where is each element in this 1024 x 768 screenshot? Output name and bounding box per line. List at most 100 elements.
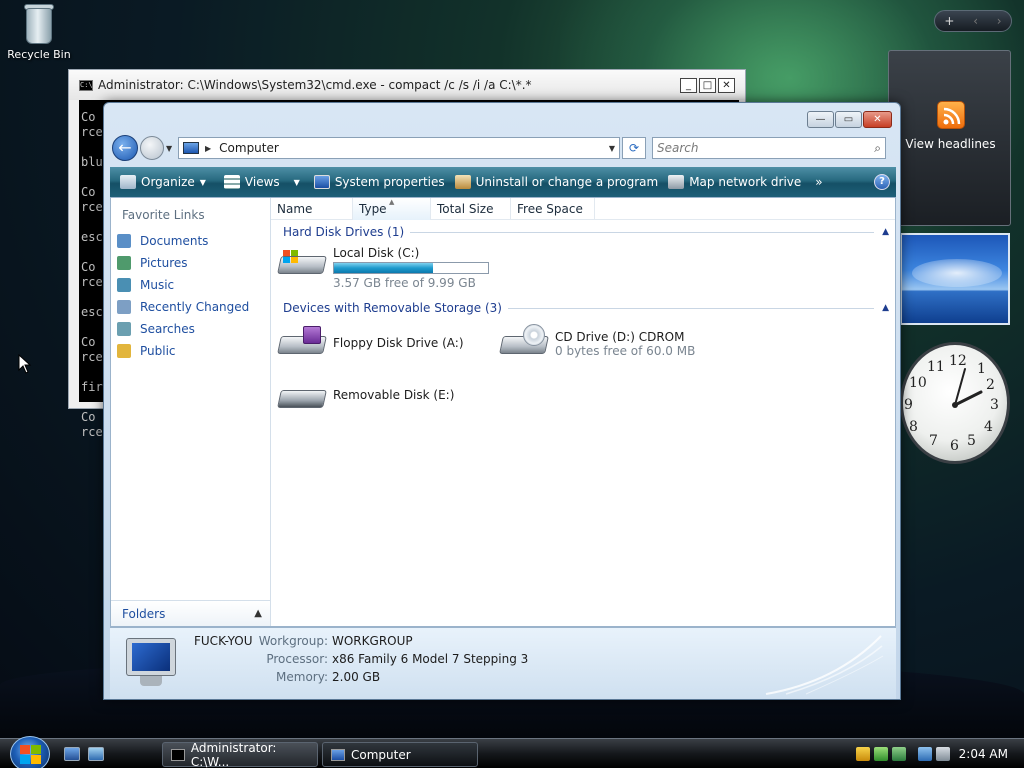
- navigation-bar: ← ▼ ▶ Computer ▼ ⟳ Search ⌕: [112, 135, 894, 161]
- taskbar-clock[interactable]: 2:04 AM: [959, 747, 1008, 761]
- favorite-link-recently-changed[interactable]: Recently Changed: [117, 296, 249, 318]
- folders-toggle[interactable]: Folders ▲: [111, 600, 270, 626]
- update-icon[interactable]: [874, 747, 888, 761]
- cmd-maximize-button[interactable]: □: [699, 77, 716, 93]
- map-network-drive-button[interactable]: Map network drive: [668, 175, 801, 189]
- column-header-free-space[interactable]: Free Space: [511, 198, 595, 220]
- content-area: Favorite Links Documents Pictures Music Rec…: [110, 197, 896, 627]
- start-button[interactable]: [10, 736, 50, 768]
- help-icon[interactable]: ?: [874, 174, 890, 190]
- taskbar: Administrator: C:\W... Computer 2:04 AM: [0, 736, 1024, 768]
- taskbar-button-computer[interactable]: Computer: [322, 742, 478, 767]
- collapse-group-icon[interactable]: ▲: [882, 227, 889, 237]
- back-button[interactable]: ←: [112, 135, 138, 161]
- sort-ascending-icon: ▲: [389, 198, 395, 206]
- recycle-bin-label: Recycle Bin: [7, 48, 71, 61]
- favorite-link-public[interactable]: Public: [117, 340, 249, 362]
- drive-d-free-space: 0 bytes free of 60.0 MB: [555, 344, 696, 358]
- cmd-title: Administrator: C:\Windows\System32\cmd.e…: [98, 78, 532, 92]
- favorite-link-label: Public: [140, 344, 176, 358]
- next-gadget-button[interactable]: ›: [997, 14, 1002, 28]
- views-button[interactable]: Views ▼: [223, 175, 300, 189]
- address-bar[interactable]: ▶ Computer ▼: [178, 137, 620, 159]
- system-properties-label: System properties: [334, 175, 445, 189]
- refresh-button[interactable]: ⟳: [622, 137, 646, 159]
- cmd-minimize-button[interactable]: _: [680, 77, 697, 93]
- taskbar-button-cmd[interactable]: Administrator: C:\W...: [162, 741, 318, 768]
- computer-explorer-window[interactable]: — ▭ ✕ ← ▼ ▶ Computer ▼ ⟳ Search ⌕ Organi…: [103, 102, 901, 700]
- removable-disk-icon: [277, 380, 327, 410]
- group-hard-disk-drives[interactable]: Hard Disk Drives (1) ▲: [283, 224, 889, 240]
- add-gadget-button[interactable]: +: [944, 14, 954, 28]
- show-desktop-icon[interactable]: [64, 747, 80, 761]
- network-drive-icon: [668, 175, 685, 189]
- command-bar: Organize ▼ Views ▼ System properties Unins…: [110, 167, 896, 197]
- column-header-total-size[interactable]: Total Size: [431, 198, 511, 220]
- cmd-titlebar[interactable]: C:\ Administrator: C:\Windows\System32\c…: [69, 70, 745, 100]
- group-hard-disk-label: Hard Disk Drives (1): [283, 225, 405, 239]
- floppy-drive-icon: [277, 326, 327, 356]
- recent-pages-chevron-down-icon[interactable]: ▼: [166, 144, 176, 153]
- search-icon[interactable]: ⌕: [874, 141, 881, 156]
- column-type-label: Type: [359, 202, 387, 216]
- view-headlines-label[interactable]: View headlines: [889, 137, 1012, 151]
- memory-label: Memory:: [276, 670, 328, 684]
- mouse-cursor-icon: [18, 353, 32, 377]
- organize-button[interactable]: Organize ▼: [120, 175, 206, 189]
- breadcrumb-computer[interactable]: Computer: [219, 141, 279, 155]
- favorite-link-label: Searches: [140, 322, 195, 336]
- drive-a-name: Floppy Disk Drive (A:): [333, 336, 464, 350]
- volume-muted-icon[interactable]: [936, 747, 950, 761]
- column-header-type[interactable]: ▲ Type: [353, 198, 431, 220]
- hard-disk-icon: [277, 246, 327, 276]
- processor-label: Processor:: [266, 652, 328, 666]
- sidebar-controls: + ‹ ›: [934, 10, 1012, 32]
- map-drive-label: Map network drive: [689, 175, 802, 189]
- favorite-link-music[interactable]: Music: [117, 274, 249, 296]
- network-status-icon[interactable]: [892, 747, 906, 761]
- favorite-links-heading: Favorite Links: [122, 208, 205, 222]
- forward-button[interactable]: [140, 136, 164, 160]
- address-dropdown-icon[interactable]: ▼: [609, 144, 615, 153]
- more-commands-button[interactable]: »: [815, 175, 822, 189]
- drive-c-usage-fill: [334, 263, 433, 273]
- maximize-button[interactable]: ▭: [835, 111, 862, 128]
- uninstall-program-button[interactable]: Uninstall or change a program: [454, 175, 658, 189]
- system-properties-icon: [313, 175, 330, 189]
- favorite-link-documents[interactable]: Documents: [117, 230, 249, 252]
- pictures-folder-icon: [117, 256, 131, 270]
- group-removable-storage[interactable]: Devices with Removable Storage (3) ▲: [283, 300, 889, 316]
- prev-gadget-button[interactable]: ‹: [973, 14, 978, 28]
- details-pane: FUCK-YOU Workgroup: WORKGROUP Processor:…: [110, 627, 896, 699]
- navigation-pane: Favorite Links Documents Pictures Music Rec…: [111, 198, 271, 626]
- switch-windows-icon[interactable]: [88, 747, 104, 761]
- drive-removable-e[interactable]: Removable Disk (E:): [277, 380, 454, 410]
- search-placeholder: Search: [657, 141, 699, 155]
- programs-icon: [454, 175, 471, 189]
- search-input[interactable]: Search ⌕: [652, 137, 886, 159]
- collapse-group-icon[interactable]: ▲: [882, 303, 889, 313]
- drive-cd-d[interactable]: CD Drive (D:) CDROM 0 bytes free of 60.0…: [499, 324, 696, 358]
- favorite-link-searches[interactable]: Searches: [117, 318, 249, 340]
- clock-gadget[interactable]: 12 1 2 3 4 5 6 7 8 9 10 11: [900, 340, 1012, 466]
- feed-headlines-gadget[interactable]: View headlines: [888, 50, 1011, 226]
- column-header-name[interactable]: Name: [271, 198, 353, 220]
- network-icon[interactable]: [918, 747, 932, 761]
- slideshow-gadget[interactable]: [900, 233, 1010, 325]
- system-properties-button[interactable]: System properties: [313, 175, 445, 189]
- cmd-icon: [171, 748, 185, 761]
- minimize-button[interactable]: —: [807, 111, 834, 128]
- column-headers: Name ▲ Type Total Size Free Space: [271, 198, 895, 220]
- drive-local-disk-c[interactable]: Local Disk (C:) 3.57 GB free of 9.99 GB: [277, 246, 489, 290]
- cmd-close-button[interactable]: ✕: [718, 77, 735, 93]
- favorite-link-pictures[interactable]: Pictures: [117, 252, 249, 274]
- breadcrumb-arrow-icon[interactable]: ▶: [205, 144, 211, 153]
- close-button[interactable]: ✕: [863, 111, 892, 128]
- favorite-links-list: Documents Pictures Music Recently Changed Se…: [117, 230, 249, 362]
- cd-drive-icon: [499, 324, 549, 356]
- drive-floppy-a[interactable]: Floppy Disk Drive (A:): [277, 326, 464, 356]
- documents-folder-icon: [117, 234, 131, 248]
- security-shield-icon[interactable]: [856, 747, 870, 761]
- recycle-bin-shortcut[interactable]: Recycle Bin: [6, 2, 72, 61]
- views-icon: [223, 175, 240, 189]
